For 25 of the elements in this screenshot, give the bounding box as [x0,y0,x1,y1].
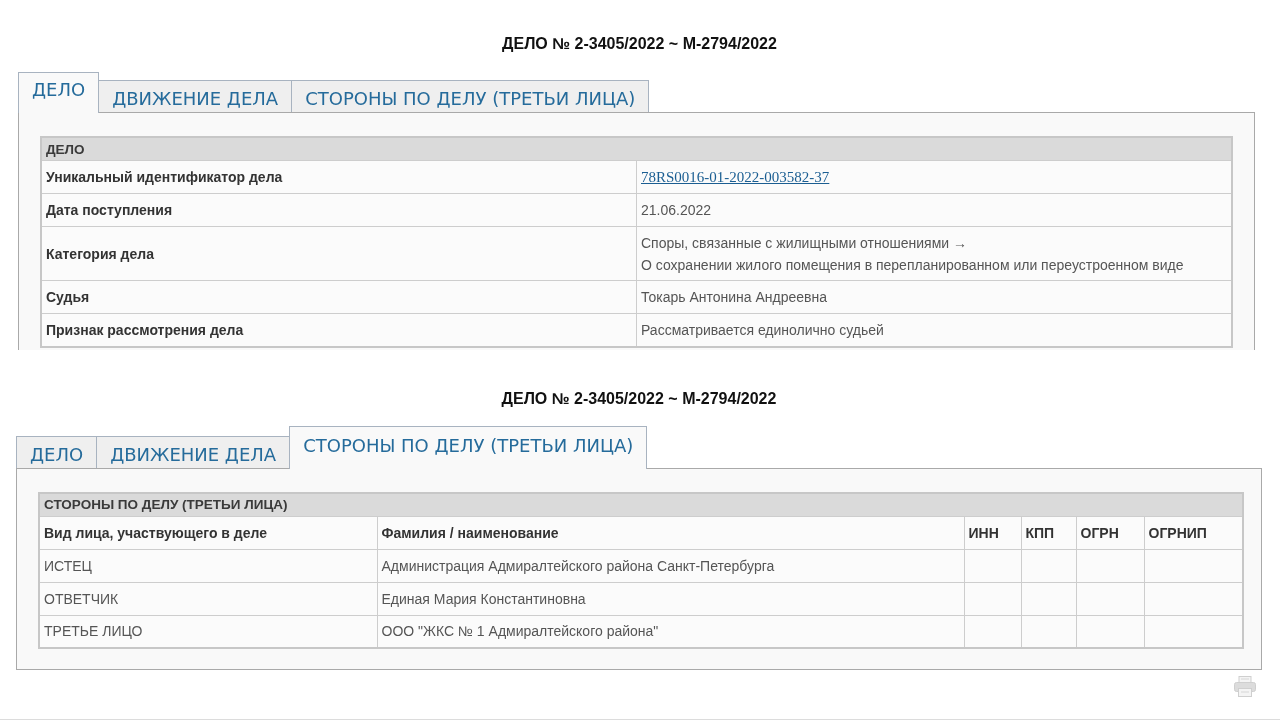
field-label: Судья [41,280,637,314]
table-cell: Администрация Адмиралтейского района Санкт-Петербурга [377,549,964,582]
tab[interactable]: ДЕЛО [18,72,100,113]
table-caption: СТОРОНЫ ПО ДЕЛУ (ТРЕТЬИ ЛИЦА) [39,492,1243,516]
column-header: Вид лица, участвующего в деле [39,516,377,549]
table-cell: Единая Мария Константиновна [377,582,964,615]
column-header: ОГРН [1076,516,1144,549]
table-cell: ОТВЕТЧИК [39,582,377,615]
table-caption: ДЕЛО [41,137,1232,161]
tab[interactable]: ДЕЛО [16,435,98,468]
case-id-link[interactable]: 78RS0016-01-2022-003582-37 [641,169,830,185]
field-label: Категория дела [41,226,637,281]
printer-icon[interactable] [1234,676,1256,697]
column-header: Фамилия / наименование [377,516,964,549]
field-label: Уникальный идентификатор дела [41,160,637,194]
field-label: Дата поступления [41,193,637,227]
column-header: ИНН [964,516,1021,549]
tab[interactable]: ДВИЖЕНИЕ ДЕЛА [98,80,293,112]
table-cell: ИСТЕЦ [39,549,377,582]
tab[interactable]: СТОРОНЫ ПО ДЕЛУ (ТРЕТЬИ ЛИЦА) [289,425,648,469]
tab[interactable]: ДВИЖЕНИЕ ДЕЛА [96,435,291,468]
case-title: ДЕЛО № 2-3405/2022 ~ М-2794/2022 [502,34,777,54]
tab[interactable]: СТОРОНЫ ПО ДЕЛУ (ТРЕТЬИ ЛИЦА) [291,80,650,112]
column-header: КПП [1021,516,1076,549]
case-title: ДЕЛО № 2-3405/2022 ~ М-2794/2022 [501,388,777,409]
